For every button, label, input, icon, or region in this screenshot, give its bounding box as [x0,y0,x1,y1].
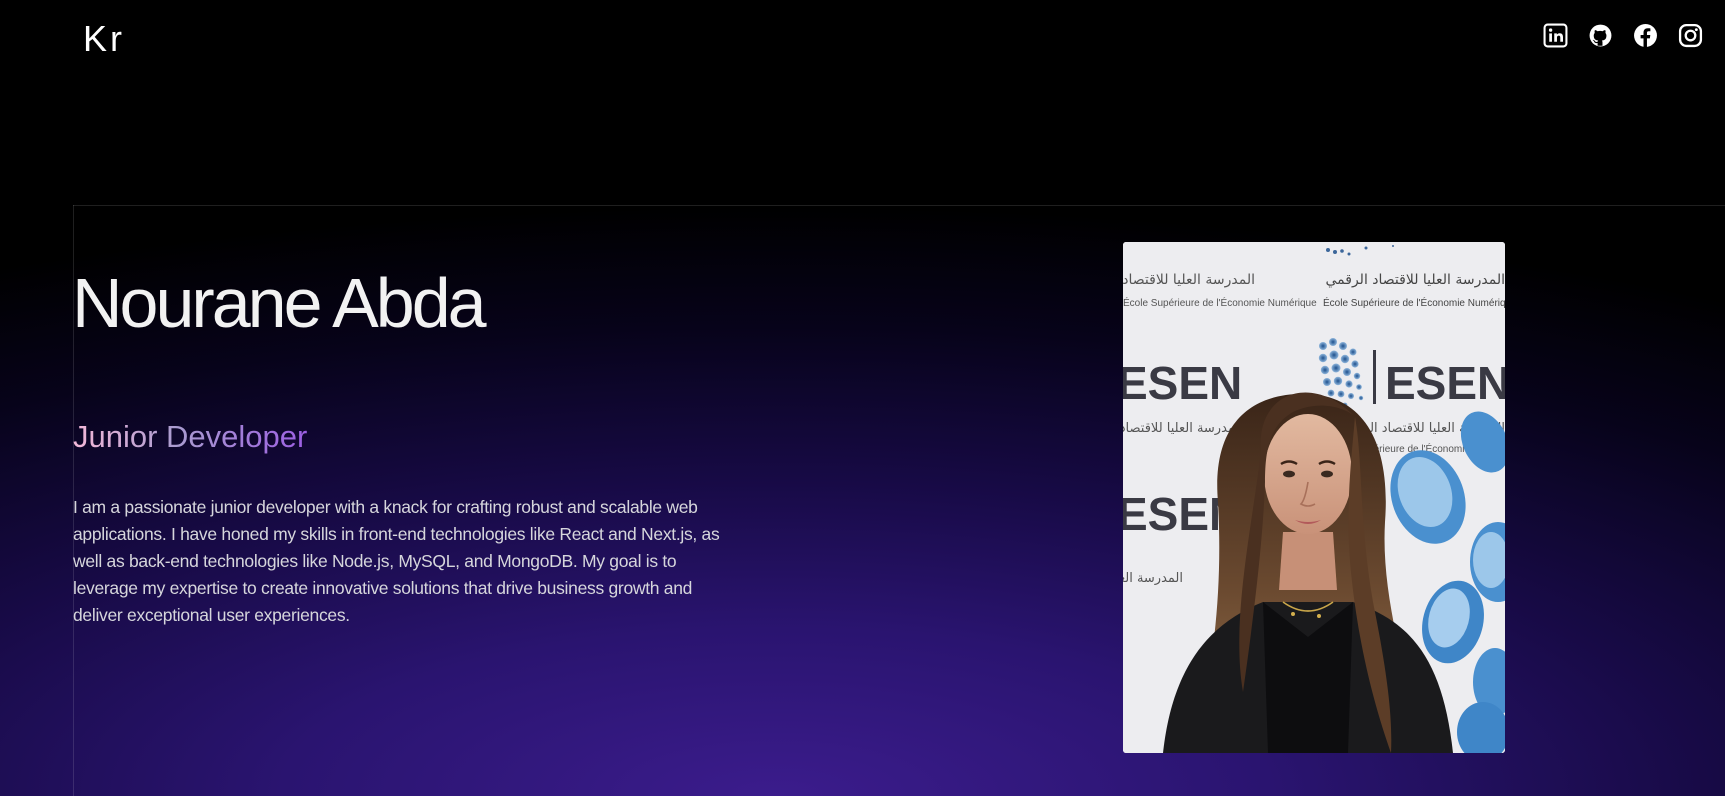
linkedin-icon [1543,23,1568,48]
linkedin-link[interactable] [1543,23,1568,48]
hero-role: Junior Developer [73,419,308,454]
backdrop-arabic-2: المدرسة العليا للاقتصاد الرقمي [1326,272,1506,288]
backdrop-arabic-5: المدرسة العليا للاقتصاد الرقمي [1123,571,1183,586]
social-links [1543,23,1703,48]
backdrop-french-1: École Supérieure de l'Économie Numérique [1123,296,1317,309]
profile-photo: المدرسة العليا للاقتصاد الرقمي École Sup… [1123,242,1505,753]
portfolio-page: Kr Nourane Abda Junior Developer I am a … [0,0,1725,796]
facebook-link[interactable] [1633,23,1658,48]
facebook-icon [1634,24,1657,47]
backdrop-arabic-3: المدرسة العليا للاقتصاد الرقمي [1123,421,1243,436]
backdrop-french-2: École Supérieure de l'Économie Numérique [1323,296,1505,309]
instagram-link[interactable] [1678,23,1703,48]
instagram-icon [1678,23,1703,48]
github-link[interactable] [1588,23,1613,48]
backdrop-arabic-1: المدرسة العليا للاقتصاد الرقمي [1123,272,1255,288]
profile-photo-image: المدرسة العليا للاقتصاد الرقمي École Sup… [1123,242,1505,753]
site-logo[interactable]: Kr [83,18,125,60]
hero-bio: I am a passionate junior developer with … [73,497,720,625]
hero-name: Nourane Abda [72,264,487,342]
hero-frame-top-border [73,205,1725,206]
github-icon [1589,24,1612,47]
backdrop-esen-logo-2: ESEN [1385,357,1505,409]
